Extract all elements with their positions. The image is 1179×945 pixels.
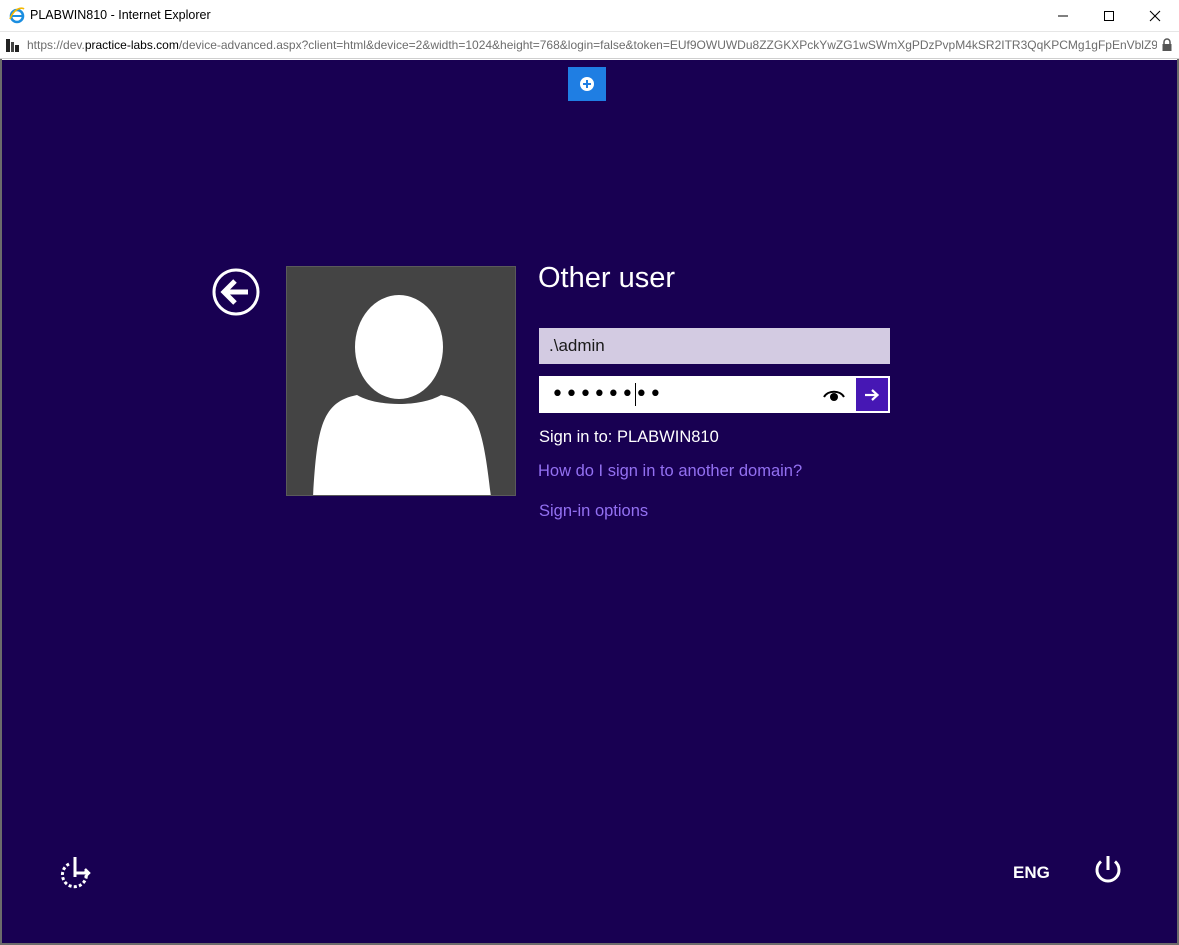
remote-toolbar-button[interactable] [568, 67, 606, 101]
site-favicon-icon [6, 39, 19, 52]
arrow-right-icon [865, 388, 880, 401]
sign-in-target-text: Sign in to: PLABWIN810 [539, 428, 719, 446]
other-domain-link[interactable]: How do I sign in to another domain? [538, 462, 802, 481]
lock-icon[interactable] [1161, 38, 1173, 52]
url-path: /device-advanced.aspx?client=html&device… [178, 38, 1157, 52]
back-arrow-button[interactable] [212, 268, 260, 316]
ease-of-access-button[interactable] [57, 855, 93, 891]
maximize-icon [1104, 10, 1114, 21]
url-prefix: https://dev. [27, 38, 85, 52]
url-domain: practice-labs.com [84, 38, 179, 52]
minimize-button[interactable] [1040, 0, 1086, 31]
password-field[interactable] [541, 378, 839, 411]
reveal-password-button[interactable] [820, 382, 848, 407]
text-caret [635, 383, 636, 406]
back-arrow-icon [220, 279, 248, 305]
title-bar: PLABWIN810 - Internet Explorer [0, 0, 1179, 31]
password-field-container [539, 376, 890, 413]
username-field[interactable] [539, 328, 890, 364]
user-avatar [286, 266, 516, 496]
window-title: PLABWIN810 - Internet Explorer [30, 8, 211, 22]
internet-explorer-icon [9, 7, 25, 24]
sign-in-options-link[interactable]: Sign-in options [539, 502, 648, 521]
submit-button[interactable] [856, 378, 888, 411]
maximize-button[interactable] [1086, 0, 1132, 31]
minimize-icon [1058, 15, 1068, 16]
url-text[interactable]: https://dev.practice-labs.com/device-adv… [27, 38, 1157, 52]
language-indicator[interactable]: ENG [1013, 863, 1050, 883]
ease-of-access-icon [60, 857, 91, 889]
eye-icon [823, 390, 845, 401]
remote-login-screen: Other user Sign in to: PLABWIN810 How do… [2, 60, 1177, 943]
user-title: Other user [538, 262, 675, 294]
plus-circle-icon [580, 77, 594, 91]
power-button[interactable] [1091, 853, 1125, 887]
close-button[interactable] [1132, 0, 1178, 31]
close-icon [1149, 10, 1161, 21]
address-bar[interactable]: https://dev.practice-labs.com/device-adv… [0, 31, 1179, 59]
user-silhouette-icon [313, 295, 491, 495]
power-icon [1095, 856, 1121, 883]
